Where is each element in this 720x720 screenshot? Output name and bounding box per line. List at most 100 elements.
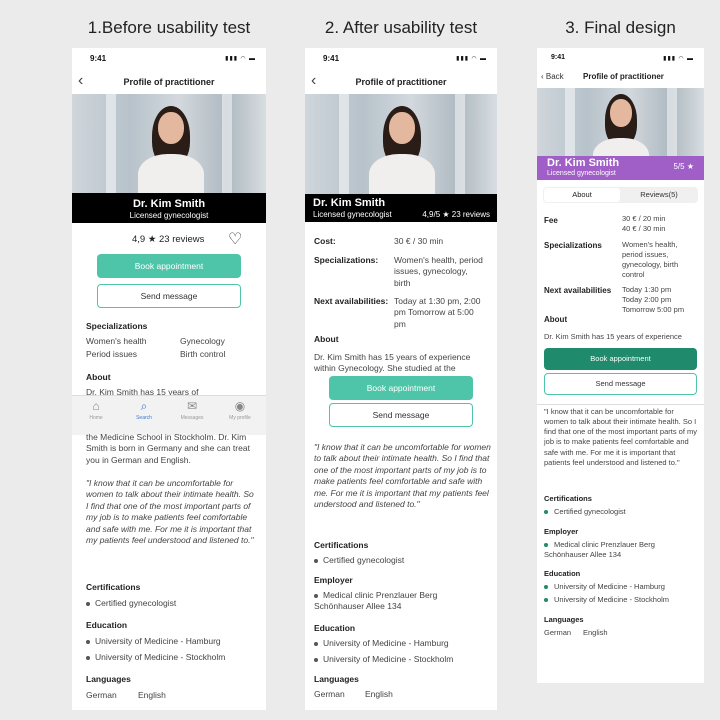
about-heading: About	[544, 315, 568, 324]
education-item: University of Medicine - Hamburg	[86, 636, 221, 647]
specializations-heading: Specializations	[86, 321, 148, 331]
column-title-before: 1.Before usability test	[87, 18, 251, 37]
profile-photo	[537, 88, 704, 156]
status-icons: ▮▮▮ ◠ ▬	[663, 56, 694, 62]
column-title-after: 2. After usability test	[324, 18, 478, 37]
book-appointment-button[interactable]: Book appointment	[544, 348, 697, 370]
certification-item: Certified gynecologist	[544, 507, 626, 517]
send-message-button[interactable]: Send message	[329, 403, 473, 427]
status-time: 9:41	[90, 54, 107, 63]
language-item: English	[365, 689, 393, 699]
nav-bar: ‹ Profile of practitioner	[305, 72, 497, 94]
doctor-role: Licensed gynecologist	[313, 210, 392, 219]
employer-heading: Employer	[544, 527, 579, 536]
tab-home[interactable]: ⌂ Home	[76, 400, 116, 422]
status-bar: 9:41 ▮▮▮ ◠ ▬	[305, 48, 497, 70]
education-item: University of Medicine - Hamburg	[544, 582, 665, 592]
employer-item: Medical clinic Prenzlauer Berg Schönhaus…	[544, 540, 655, 560]
heart-icon[interactable]: ♡	[228, 229, 242, 251]
doctor-name: Dr. Kim Smith	[313, 197, 386, 209]
specialization-item: Gynecology	[180, 336, 225, 346]
certifications-heading: Certifications	[314, 540, 369, 550]
availability-slot[interactable]: Today 2:00 pm	[622, 295, 671, 305]
column-title-final: 3. Final design	[565, 18, 676, 37]
status-icons: ▮▮▮ ◠ ▬	[456, 56, 487, 62]
profile-photo	[305, 94, 497, 194]
languages-heading: Languages	[314, 674, 359, 684]
education-heading: Education	[314, 623, 356, 633]
book-appointment-button[interactable]: Book appointment	[329, 376, 473, 400]
certifications-heading: Certifications	[86, 582, 141, 592]
specializations-value: Women's health, period issues, gynecolog…	[622, 240, 679, 280]
envelope-icon: ✉	[186, 399, 198, 413]
specializations-label: Specializations	[544, 241, 602, 250]
tab-about[interactable]: About	[544, 188, 620, 202]
segmented-tabs: About Reviews(5)	[543, 187, 698, 203]
employer-item: Medical clinic Prenzlauer Berg Schönhaus…	[314, 590, 438, 612]
next-availabilities-label: Next availabilities:	[314, 296, 389, 306]
phone-before: 9:41 ▮▮▮ ◠ ▬ ‹ Profile of practitioner D…	[72, 48, 266, 710]
availability-slot[interactable]: Today 1:30 pm	[622, 285, 671, 295]
book-appointment-button[interactable]: Book appointment	[97, 254, 241, 278]
availability-slot[interactable]: Tomorrow 5:00 pm	[622, 305, 684, 315]
specialization-item: Period issues	[86, 349, 138, 359]
back-button[interactable]: ‹ Back	[541, 72, 564, 83]
nav-title: Profile of practitioner	[123, 77, 215, 87]
phone-after: 9:41 ▮▮▮ ◠ ▬ ‹ Profile of practitioner D…	[305, 48, 497, 710]
status-bar: 9:41 ▮▮▮ ◠ ▬	[72, 48, 266, 70]
education-item: University of Medicine - Stockholm	[314, 654, 453, 665]
name-band: Dr. Kim Smith Licensed gynecologist 4,9/…	[305, 194, 497, 222]
language-item: German	[544, 628, 572, 637]
specializations-value: Women's health, period issues, gynecolog…	[394, 255, 483, 288]
quote-text: "I know that it can be uncomfortable for…	[86, 478, 254, 546]
tab-label: My profile	[229, 415, 251, 421]
status-bar: 9:41 ▮▮▮ ◠ ▬	[537, 48, 704, 70]
doctor-name: Dr. Kim Smith	[132, 198, 206, 210]
send-message-button[interactable]: Send message	[544, 373, 697, 395]
send-message-button[interactable]: Send message	[97, 284, 241, 308]
tab-reviews[interactable]: Reviews(5)	[621, 188, 697, 202]
doctor-role: Licensed gynecologist	[129, 211, 209, 220]
profile-icon: ◉	[234, 399, 246, 413]
tab-messages[interactable]: ✉ Messages	[172, 399, 212, 422]
fee-value: 30 € / 20 min	[622, 214, 666, 223]
fee-value: 40 € / 30 min	[622, 224, 666, 233]
rating-summary[interactable]: 5/5 ★	[673, 162, 694, 171]
language-item: English	[138, 690, 166, 700]
divider	[537, 404, 704, 405]
certification-item: Certified gynecologist	[314, 555, 404, 566]
rating-summary[interactable]: 4,9 ★ 23 reviews	[132, 234, 204, 247]
cost-value: 30 € / 30 min	[394, 236, 444, 246]
cost-label: Cost:	[314, 236, 336, 246]
education-heading: Education	[86, 620, 128, 630]
rating-summary[interactable]: 4,9/5 ★ 23 reviews	[422, 210, 490, 219]
education-item: University of Medicine - Stockholm	[544, 595, 669, 605]
languages-heading: Languages	[86, 674, 131, 684]
specialization-item: Birth control	[180, 349, 226, 359]
language-item: English	[583, 628, 608, 637]
doctor-name: Dr. Kim Smith	[547, 157, 620, 169]
fee-label: Fee	[544, 216, 558, 225]
search-icon: ⌕	[140, 399, 148, 413]
profile-photo	[72, 94, 266, 193]
about-text: Dr. Kim Smith has 15 years of experience…	[314, 352, 471, 374]
about-text: Dr. Kim Smith has 15 years of experience	[544, 332, 682, 341]
certifications-heading: Certifications	[544, 494, 592, 503]
about-text-rest: the Medicine School in Stockholm. Dr. Ki…	[86, 432, 250, 465]
language-item: German	[314, 689, 345, 699]
tab-label: Messages	[180, 415, 204, 421]
tab-label: Home	[89, 415, 103, 421]
name-band: Dr. Kim Smith Licensed gynecologist	[72, 193, 266, 223]
doctor-role: Licensed gynecologist	[547, 170, 616, 177]
status-time: 9:41	[551, 54, 566, 61]
education-heading: Education	[544, 569, 581, 578]
phone-final: 9:41 ▮▮▮ ◠ ▬ ‹ Back Profile of practitio…	[537, 48, 704, 683]
nav-bar: ‹ Profile of practitioner	[72, 72, 266, 94]
tab-search[interactable]: ⌕ Search	[124, 399, 164, 422]
education-item: University of Medicine - Stockholm	[86, 652, 225, 663]
tab-my-profile[interactable]: ◉ My profile	[220, 399, 260, 422]
status-icons: ▮▮▮ ◠ ▬	[225, 56, 256, 62]
quote-text: "I know that it can be uncomfortable for…	[314, 442, 491, 510]
about-heading: About	[314, 334, 339, 344]
next-availabilities-label: Next availabilities	[544, 286, 612, 295]
